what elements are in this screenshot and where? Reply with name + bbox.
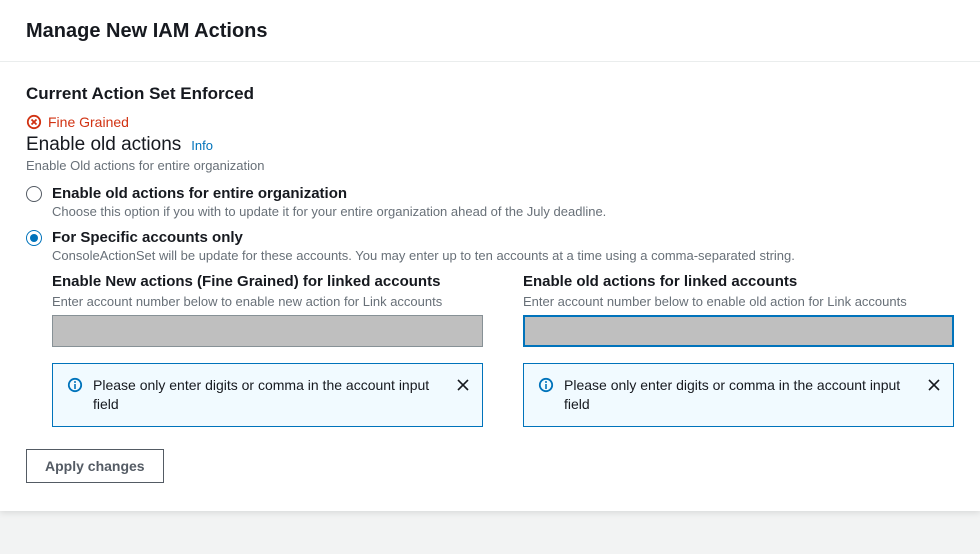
enable-heading: Enable old actions — [26, 134, 181, 156]
column-subtitle: Enter account number below to enable old… — [523, 294, 954, 309]
close-icon — [456, 378, 470, 392]
info-icon — [67, 377, 83, 393]
close-icon — [927, 378, 941, 392]
info-link[interactable]: Info — [191, 138, 213, 153]
radio-label: Enable old actions for entire organizati… — [52, 185, 347, 202]
validation-alert: Please only enter digits or comma in the… — [523, 363, 954, 427]
column-title: Enable New actions (Fine Grained) for li… — [52, 273, 483, 290]
radio-entire-org[interactable]: Enable old actions for entire organizati… — [26, 185, 954, 202]
scope-radio-group: Enable old actions for entire organizati… — [26, 185, 954, 427]
old-actions-account-input[interactable] — [523, 315, 954, 347]
radio-description: Choose this option if you with to update… — [52, 204, 954, 219]
radio-circle-icon — [26, 230, 42, 246]
alert-close-button[interactable] — [454, 376, 472, 397]
validation-alert: Please only enter digits or comma in the… — [52, 363, 483, 427]
alert-message: Please only enter digits or comma in the… — [93, 376, 444, 414]
linked-account-columns: Enable New actions (Fine Grained) for li… — [52, 273, 954, 427]
current-status-label: Fine Grained — [48, 114, 129, 130]
radio-description: ConsoleActionSet will be update for thes… — [52, 248, 954, 263]
column-old-actions: Enable old actions for linked accounts E… — [523, 273, 954, 427]
new-actions-account-input[interactable] — [52, 315, 483, 347]
info-icon — [538, 377, 554, 393]
alert-message: Please only enter digits or comma in the… — [564, 376, 915, 414]
radio-specific-accounts[interactable]: For Specific accounts only — [26, 229, 954, 246]
actions-row: Apply changes — [26, 449, 954, 483]
enable-old-actions-row: Enable old actions Info — [26, 134, 954, 156]
column-title: Enable old actions for linked accounts — [523, 273, 954, 290]
radio-item-entire-org: Enable old actions for entire organizati… — [26, 185, 954, 219]
current-status: Fine Grained — [26, 114, 954, 130]
radio-label: For Specific accounts only — [52, 229, 243, 246]
panel-header: Manage New IAM Actions — [0, 0, 980, 62]
error-circle-icon — [26, 114, 42, 130]
column-subtitle: Enter account number below to enable new… — [52, 294, 483, 309]
page-title: Manage New IAM Actions — [26, 20, 954, 43]
manage-iam-panel: Manage New IAM Actions Current Action Se… — [0, 0, 980, 511]
alert-close-button[interactable] — [925, 376, 943, 397]
enable-description: Enable Old actions for entire organizati… — [26, 158, 954, 173]
panel-body: Current Action Set Enforced Fine Grained… — [0, 62, 980, 511]
column-new-actions: Enable New actions (Fine Grained) for li… — [52, 273, 483, 427]
apply-changes-button[interactable]: Apply changes — [26, 449, 164, 483]
radio-circle-icon — [26, 186, 42, 202]
radio-item-specific-accounts: For Specific accounts only ConsoleAction… — [26, 229, 954, 427]
current-action-set-title: Current Action Set Enforced — [26, 84, 954, 104]
